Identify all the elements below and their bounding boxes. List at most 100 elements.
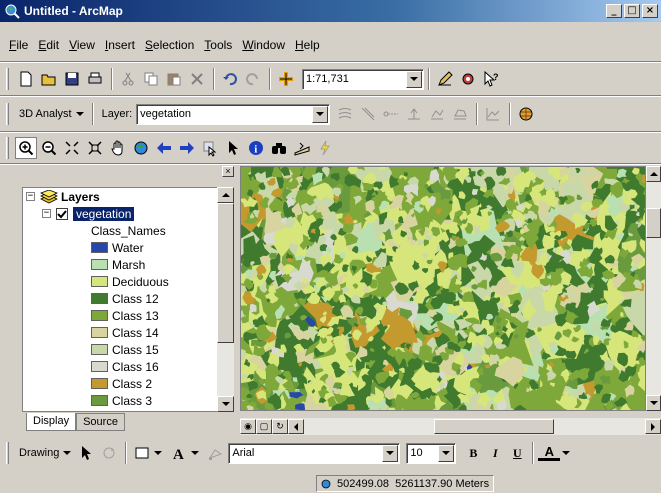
next-extent-icon[interactable] xyxy=(176,137,198,159)
interpolate-point-icon[interactable] xyxy=(403,103,425,125)
3d-analyst-menu[interactable]: 3D Analyst xyxy=(15,103,88,125)
map-horizontal-scrollbar[interactable]: ◉ ▢ ↻ xyxy=(240,418,661,435)
scroll-thumb[interactable] xyxy=(217,203,234,343)
map-display[interactable] xyxy=(240,166,646,411)
chevron-down-icon[interactable] xyxy=(562,451,571,455)
legend-swatch[interactable] xyxy=(91,378,108,389)
zoom-in-icon[interactable] xyxy=(15,137,37,159)
select-elements-icon[interactable] xyxy=(222,137,244,159)
arcscene-icon[interactable] xyxy=(515,103,537,125)
scroll-up-button[interactable] xyxy=(646,166,661,182)
new-document-icon[interactable] xyxy=(15,68,37,90)
font-color-button[interactable]: A xyxy=(538,445,561,461)
layout-view-icon[interactable]: ▢ xyxy=(256,419,272,434)
legend-class-item[interactable]: Class 13 xyxy=(23,307,217,324)
fixed-zoom-out-icon[interactable] xyxy=(84,137,106,159)
line-of-sight-icon[interactable] xyxy=(380,103,402,125)
hyperlink-icon[interactable] xyxy=(314,137,336,159)
chevron-down-icon[interactable] xyxy=(312,105,329,123)
legend-class-item[interactable]: Class 3 xyxy=(23,392,217,409)
find-binoculars-icon[interactable] xyxy=(268,137,290,159)
legend-swatch[interactable] xyxy=(91,344,108,355)
legend-swatch[interactable] xyxy=(91,361,108,372)
legend-swatch[interactable] xyxy=(91,327,108,338)
zoom-out-icon[interactable] xyxy=(38,137,60,159)
chevron-down-icon[interactable] xyxy=(191,451,200,455)
toc-layers-root[interactable]: − Layers xyxy=(23,188,217,205)
arctoolbox-icon[interactable] xyxy=(457,68,479,90)
menu-insert[interactable]: Insert xyxy=(100,38,140,52)
scroll-right-button[interactable] xyxy=(645,419,661,434)
print-icon[interactable] xyxy=(84,68,106,90)
underline-button[interactable]: U xyxy=(506,446,528,461)
tab-display[interactable]: Display xyxy=(26,413,77,431)
legend-class-item[interactable]: Deciduous xyxy=(23,273,217,290)
scale-combo[interactable]: 1:71,731 xyxy=(302,68,424,90)
legend-swatch[interactable] xyxy=(91,293,108,304)
scroll-thumb[interactable] xyxy=(434,419,554,434)
full-extent-icon[interactable] xyxy=(130,137,152,159)
scroll-up-button[interactable] xyxy=(217,187,234,203)
legend-swatch[interactable] xyxy=(91,259,108,270)
chevron-down-icon[interactable] xyxy=(382,444,399,462)
redo-icon[interactable] xyxy=(242,68,264,90)
open-folder-icon[interactable] xyxy=(38,68,60,90)
interpolate-line-icon[interactable] xyxy=(426,103,448,125)
legend-class-item[interactable]: Class 16 xyxy=(23,358,217,375)
undo-icon[interactable] xyxy=(219,68,241,90)
chevron-down-icon[interactable] xyxy=(406,70,422,88)
legend-class-item[interactable]: Class 2 xyxy=(23,375,217,392)
menu-file[interactable]: File xyxy=(4,38,33,52)
interpolate-polygon-icon[interactable] xyxy=(449,103,471,125)
legend-swatch[interactable] xyxy=(91,276,108,287)
menu-tools[interactable]: Tools xyxy=(199,38,237,52)
text-tool-icon[interactable]: A xyxy=(168,442,190,464)
layer-combo[interactable]: vegetation xyxy=(136,103,331,125)
legend-swatch[interactable] xyxy=(91,395,108,406)
edit-vertices-icon[interactable] xyxy=(205,442,227,464)
minimize-button[interactable]: _ xyxy=(606,4,622,18)
toc-layer-vegetation[interactable]: − vegetation xyxy=(23,205,217,222)
chevron-down-icon[interactable] xyxy=(154,451,163,455)
font-size-combo[interactable]: 10 xyxy=(406,442,457,464)
legend-class-item[interactable]: Water xyxy=(23,239,217,256)
toc-scrollbar[interactable] xyxy=(217,187,234,412)
italic-button[interactable]: I xyxy=(484,446,506,461)
menu-selection[interactable]: Selection xyxy=(140,38,199,52)
fixed-zoom-in-icon[interactable] xyxy=(61,137,83,159)
steepest-path-icon[interactable] xyxy=(357,103,379,125)
menu-view[interactable]: View xyxy=(64,38,100,52)
scroll-down-button[interactable] xyxy=(217,396,234,412)
previous-extent-icon[interactable] xyxy=(153,137,175,159)
whats-this-icon[interactable]: ? xyxy=(480,68,502,90)
menu-window[interactable]: Window xyxy=(237,38,290,52)
scroll-down-button[interactable] xyxy=(646,395,661,411)
cut-icon[interactable] xyxy=(117,68,139,90)
legend-class-item[interactable]: Marsh xyxy=(23,256,217,273)
legend-class-item[interactable]: Class 15 xyxy=(23,341,217,358)
rotate-icon[interactable] xyxy=(98,442,120,464)
data-view-icon[interactable]: ◉ xyxy=(240,419,256,434)
vegetation-map[interactable] xyxy=(241,167,646,411)
collapse-icon[interactable]: − xyxy=(26,192,35,201)
collapse-icon[interactable]: − xyxy=(42,209,51,218)
maximize-button[interactable]: □ xyxy=(624,4,640,18)
refresh-icon[interactable]: ↻ xyxy=(272,419,288,434)
editor-toolbar-icon[interactable] xyxy=(434,68,456,90)
identify-icon[interactable]: i xyxy=(245,137,267,159)
close-button[interactable]: × xyxy=(642,4,658,18)
pan-hand-icon[interactable] xyxy=(107,137,129,159)
legend-class-item[interactable]: Class 14 xyxy=(23,324,217,341)
select-features-icon[interactable] xyxy=(199,137,221,159)
font-name-combo[interactable]: Arial xyxy=(228,442,401,464)
copy-icon[interactable] xyxy=(140,68,162,90)
chevron-down-icon[interactable] xyxy=(438,444,455,462)
legend-class-item[interactable]: Class 12 xyxy=(23,290,217,307)
layer-visibility-checkbox[interactable] xyxy=(56,207,68,220)
tab-source[interactable]: Source xyxy=(76,413,125,431)
close-icon[interactable]: × xyxy=(222,166,234,177)
save-icon[interactable] xyxy=(61,68,83,90)
drawing-menu[interactable]: Drawing xyxy=(15,442,75,464)
scroll-left-button[interactable] xyxy=(288,419,304,434)
menu-help[interactable]: Help xyxy=(290,38,325,52)
